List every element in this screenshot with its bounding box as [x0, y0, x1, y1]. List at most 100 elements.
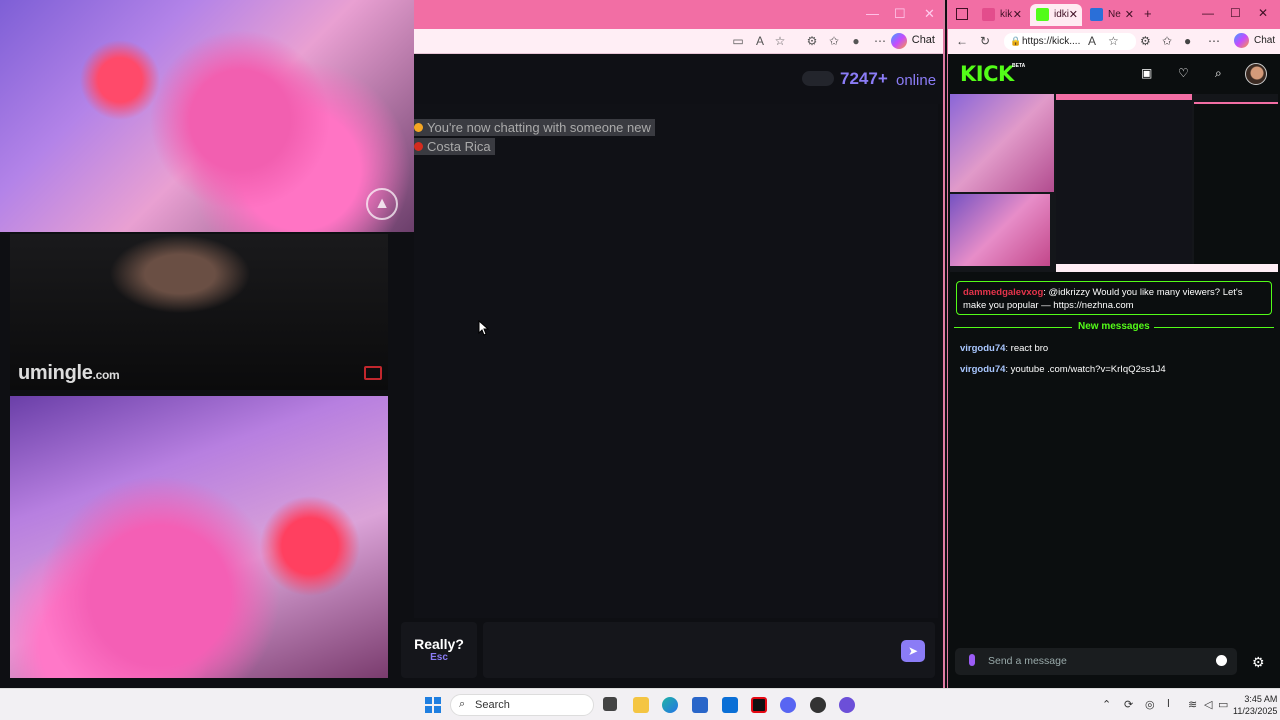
close-tab-icon[interactable]: ✕: [1125, 8, 1134, 21]
favorite-star-icon[interactable]: ☆: [1108, 34, 1119, 48]
minimize-icon[interactable]: —: [1202, 6, 1214, 20]
stream-preview-top: [950, 94, 1054, 192]
report-flag-icon[interactable]: [364, 366, 382, 380]
umingle-header: 7247+ online: [414, 54, 943, 104]
message-input[interactable]: ➤: [483, 622, 935, 678]
tab-favicon: [982, 8, 995, 21]
more-icon[interactable]: ⋯: [872, 33, 888, 49]
refresh-icon[interactable]: ↻: [980, 34, 990, 48]
chevron-up-icon[interactable]: ▲: [366, 188, 398, 220]
task-view-icon[interactable]: [603, 697, 617, 711]
heart-icon[interactable]: ♡: [1178, 66, 1189, 80]
umingle-browser-window: — ☐ ✕ ▭ A ☆ ⚙ ✩ ● ⋯ Chat ▲ umingle.com 7…: [0, 0, 945, 688]
app-icon[interactable]: [810, 697, 826, 713]
search-icon[interactable]: ⌕: [1215, 66, 1222, 81]
stream-player[interactable]: [950, 94, 1278, 272]
self-video: umingle.com: [10, 234, 388, 390]
avatar[interactable]: [1245, 63, 1267, 85]
more-icon[interactable]: ⋯: [1208, 34, 1220, 48]
send-icon[interactable]: ➤: [901, 640, 925, 662]
close-tab-icon[interactable]: ✕: [1069, 8, 1078, 21]
partner-video: ▲: [0, 0, 414, 232]
mic-icon[interactable]: ǀ: [1167, 698, 1170, 710]
following-icon[interactable]: ▣: [1141, 66, 1152, 80]
skip-button[interactable]: Really? Esc: [401, 622, 477, 678]
outlook-icon[interactable]: [722, 697, 738, 713]
close-tab-icon[interactable]: ✕: [1013, 8, 1022, 21]
maximize-icon[interactable]: ☐: [1230, 6, 1241, 20]
mouse-cursor-icon: [478, 320, 490, 336]
message-user[interactable]: virgodu74: [960, 364, 1005, 375]
location-icon[interactable]: ◎: [1145, 698, 1155, 711]
netflix-icon[interactable]: [751, 697, 767, 713]
obs-icon[interactable]: [839, 697, 855, 713]
extensions-icon[interactable]: ⚙: [1140, 34, 1151, 48]
close-icon[interactable]: ✕: [1258, 6, 1268, 20]
tab-favicon: [1090, 8, 1103, 21]
microphone-icon[interactable]: [969, 654, 975, 666]
online-toggle[interactable]: [802, 71, 834, 86]
discord-icon[interactable]: [780, 697, 796, 713]
battery-icon[interactable]: ▭: [1218, 698, 1228, 711]
read-aloud-icon[interactable]: A: [1088, 34, 1096, 48]
read-aloud-icon[interactable]: A: [752, 33, 768, 49]
copilot-icon[interactable]: [1234, 33, 1249, 48]
back-icon[interactable]: ←: [956, 34, 968, 48]
tab-actions-icon[interactable]: [956, 8, 968, 20]
beta-badge: BETA: [1012, 63, 1026, 69]
gear-icon[interactable]: ⚙: [1252, 654, 1265, 671]
search-icon: ⌕: [459, 698, 466, 710]
message-user[interactable]: dammedgalevxog: [963, 287, 1043, 298]
umingle-logo: umingle.com: [18, 362, 120, 384]
tab-idkrizzy[interactable]: idki ✕: [1030, 4, 1082, 26]
file-explorer-icon[interactable]: [633, 697, 649, 713]
extensions-icon[interactable]: ⚙: [804, 33, 820, 49]
favorites-icon[interactable]: ✩: [1162, 34, 1172, 48]
message-user[interactable]: virgodu74: [960, 343, 1005, 354]
store-icon[interactable]: [692, 697, 708, 713]
sync-icon[interactable]: ⟳: [1124, 698, 1133, 711]
camera-icon[interactable]: ▭: [730, 33, 746, 49]
tab-new[interactable]: Ne ✕: [1084, 4, 1138, 26]
stream-preview-bottom: [950, 194, 1050, 266]
start-icon[interactable]: [425, 697, 441, 713]
emoji-icon[interactable]: [1216, 655, 1227, 666]
country-message: Costa Rica: [414, 138, 495, 155]
volume-icon[interactable]: ◁: [1204, 698, 1212, 711]
favorite-star-icon[interactable]: ☆: [772, 33, 788, 49]
kick-browser-window: kik ✕ idki ✕ Ne ✕ + — ☐ ✕ ← ↻ 🔒 https://kic…: [947, 0, 1280, 688]
browser-toolbar: ← ↻ 🔒 https://kick.... A ☆ ⚙ ✩ ● ⋯ Chat: [948, 29, 1280, 54]
favorites-icon[interactable]: ✩: [826, 33, 842, 49]
clock[interactable]: 3:45 AM 11/23/2025: [1233, 693, 1277, 717]
chevron-up-icon[interactable]: ⌃: [1102, 698, 1111, 711]
taskbar-search[interactable]: ⌕ Search: [450, 694, 594, 716]
kick-chat: dammedgalevxog: @idkrizzy Would you like…: [948, 276, 1280, 644]
minimize-icon[interactable]: —: [866, 6, 879, 21]
chat-button[interactable]: Chat: [912, 34, 935, 46]
new-tab-icon[interactable]: +: [1144, 6, 1152, 21]
chat-button[interactable]: Chat: [1254, 35, 1275, 46]
message-text: : youtube .com/watch?v=KrIqQ2ss1J4: [1005, 364, 1166, 375]
tab-kick[interactable]: kik ✕: [976, 4, 1026, 26]
maximize-icon[interactable]: ☐: [894, 6, 906, 22]
kick-navbar: KICK BETA ▣ ♡ ⌕: [948, 54, 1280, 94]
edge-icon[interactable]: [662, 697, 678, 713]
browser-toolbar: ▭ A ☆ ⚙ ✩ ● ⋯ Chat: [414, 29, 943, 54]
pinned-message: dammedgalevxog: @idkrizzy Would you like…: [956, 281, 1272, 315]
profile-icon[interactable]: ●: [1184, 34, 1191, 48]
kick-logo[interactable]: KICK: [960, 62, 1014, 86]
profile-icon[interactable]: ●: [848, 33, 864, 49]
stream-video: [10, 396, 388, 678]
send-message-input[interactable]: Send a message: [955, 648, 1237, 675]
copilot-icon[interactable]: [891, 33, 907, 49]
message-text: : react bro: [1005, 343, 1049, 354]
stream-preview-chat: [1056, 94, 1192, 272]
chat-area: You're now chatting with someone new Cos…: [414, 104, 938, 618]
chat-message: virgodu74: react bro: [960, 343, 1048, 354]
chat-message: virgodu74: youtube .com/watch?v=KrIqQ2ss…: [960, 364, 1166, 375]
taskbar: ⌕ Search ⌃ ⟳ ◎ ǀ ≋ ◁ ▭ 3:45 AM 11/23/202…: [0, 688, 1280, 720]
lock-icon: 🔒: [1010, 36, 1022, 46]
stream-preview-kick: [1194, 102, 1278, 266]
close-icon[interactable]: ✕: [924, 6, 935, 22]
wifi-icon[interactable]: ≋: [1188, 698, 1197, 711]
